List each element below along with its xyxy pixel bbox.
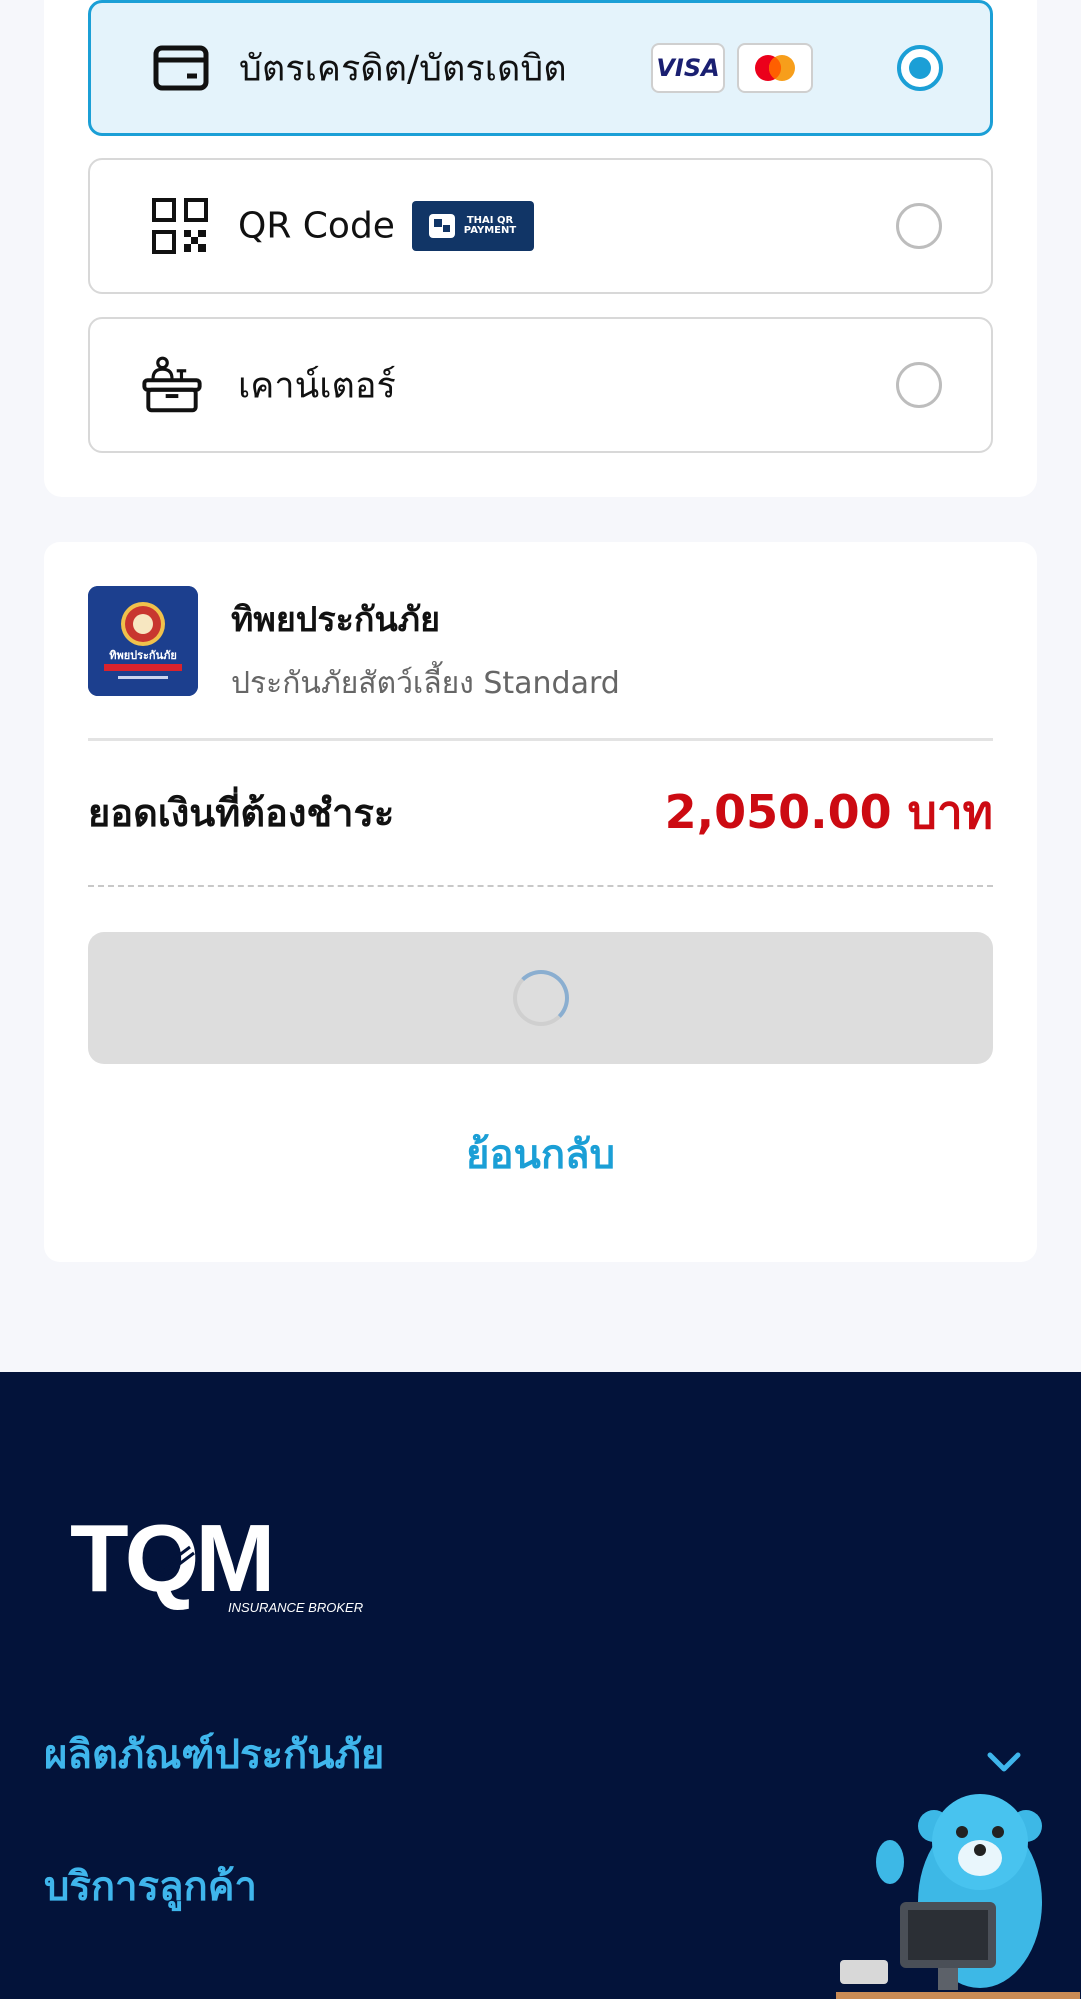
payment-option-qr-code[interactable]: QR Code THAI QR PAYMENT (88, 158, 993, 294)
divider (88, 738, 993, 741)
plan-name: ประกันภัยสัตว์เลี้ยง Standard (231, 666, 620, 701)
amount-due-value: 2,050.00 บาท (664, 785, 993, 839)
footer-item-customer-service[interactable]: บริการลูกค้า (44, 1854, 257, 1918)
payment-method-card: บัตรเครดิต/บัตรเดบิต VISA QR Code THAI Q… (44, 0, 1037, 497)
bear-mascot-icon (836, 1794, 1080, 1999)
svg-text:INSURANCE BROKER: INSURANCE BROKER (228, 1600, 363, 1615)
radio-counter[interactable] (896, 362, 942, 408)
insurer-name: ทิพยประกันภัย (231, 600, 441, 640)
insurer-logo: ทิพยประกันภัย (88, 586, 198, 696)
svg-text:TQM: TQM (70, 1507, 271, 1612)
chevron-down-icon[interactable] (984, 1742, 1024, 1782)
loading-spinner-icon (512, 970, 569, 1026)
order-summary-card: ทิพยประกันภัย ทิพยประกันภัย ประกันภัยสัต… (44, 542, 1037, 1262)
site-footer: TQM INSURANCE BROKER ผลิตภัณฑ์ประกันภัย … (0, 1372, 1081, 1999)
amount-due-label: ยอดเงินที่ต้องชำระ (88, 791, 395, 835)
dashed-divider (88, 885, 993, 887)
payment-option-label: QR Code (238, 205, 395, 247)
counter-icon (142, 355, 202, 415)
visa-badge: VISA (651, 43, 725, 93)
payment-option-label: เคาน์เตอร์ (238, 365, 396, 407)
radio-qr-code[interactable] (896, 203, 942, 249)
payment-option-credit-card[interactable]: บัตรเครดิต/บัตรเดบิต VISA (88, 0, 993, 136)
pay-button[interactable] (88, 932, 993, 1064)
back-link[interactable]: ย้อนกลับ (44, 1122, 1037, 1186)
payment-option-counter[interactable]: เคาน์เตอร์ (88, 317, 993, 453)
tqm-logo: TQM INSURANCE BROKER (70, 1507, 363, 1615)
qr-code-icon (150, 196, 210, 256)
radio-credit-card[interactable] (897, 45, 943, 91)
mastercard-icon (737, 43, 813, 93)
payment-option-label: บัตรเครดิต/บัตรเดบิต (239, 48, 567, 90)
thai-qr-payment-badge: THAI QR PAYMENT (412, 201, 534, 251)
footer-item-products[interactable]: ผลิตภัณฑ์ประกันภัย (44, 1722, 384, 1786)
credit-card-icon (151, 38, 211, 98)
thai-qr-icon (429, 214, 455, 238)
